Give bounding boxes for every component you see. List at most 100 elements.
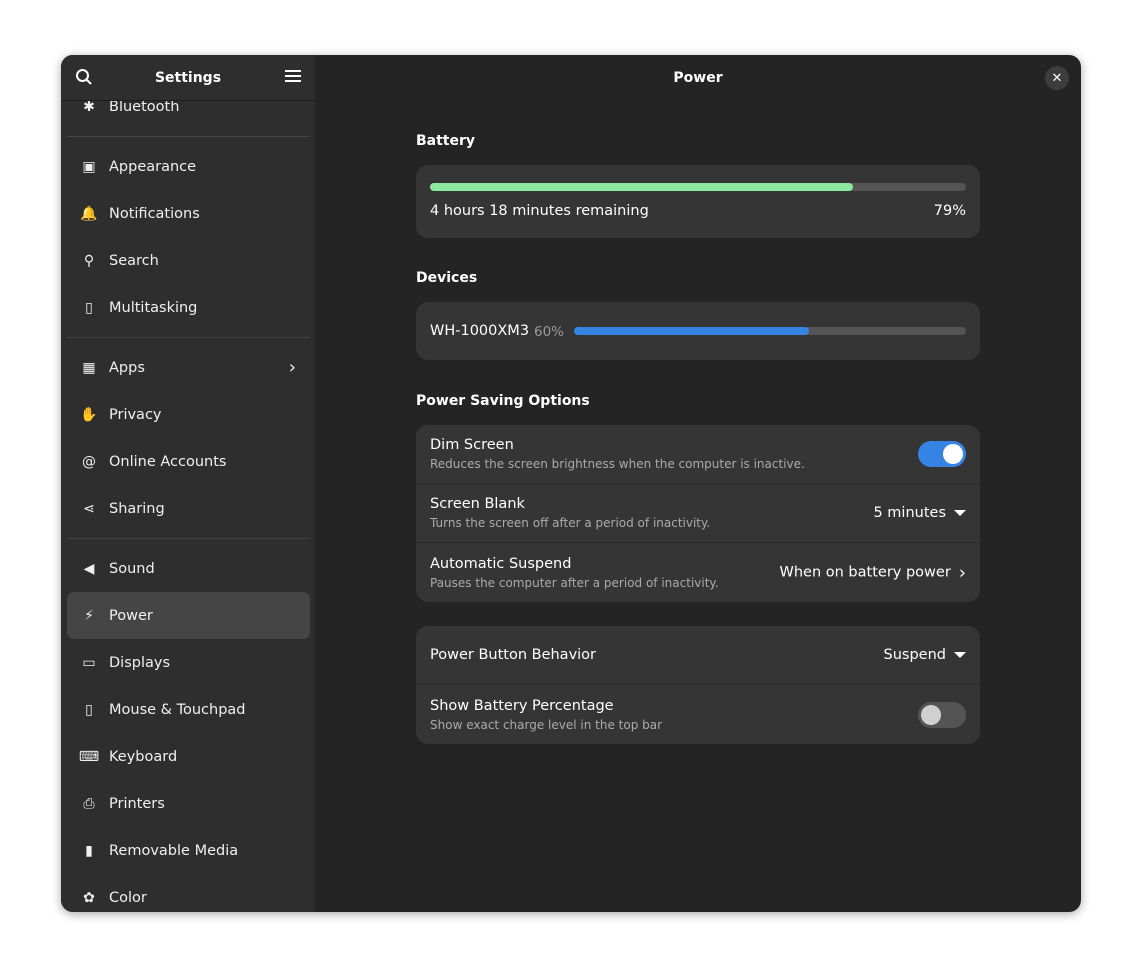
dropdown-arrow-icon	[954, 510, 966, 516]
sidebar-item-label: Removable Media	[109, 842, 239, 859]
close-button[interactable]: ✕	[1045, 66, 1069, 90]
battery-card: 4 hours 18 minutes remaining 79%	[416, 165, 980, 238]
sidebar-item-label: Keyboard	[109, 748, 178, 765]
sidebar-item-search[interactable]: ⚲ Search	[67, 237, 310, 284]
sidebar-item-displays[interactable]: ▭ Displays	[67, 639, 310, 686]
sidebar-item-power[interactable]: ⚡ Power	[67, 592, 310, 639]
page-title: Power	[673, 70, 723, 86]
dim-screen-toggle[interactable]	[918, 441, 966, 467]
chevron-right-icon: ›	[958, 562, 966, 583]
screen-blank-dropdown[interactable]: 5 minutes	[873, 505, 966, 521]
color-icon: ✿	[83, 889, 95, 906]
bell-icon: 🔔	[80, 205, 98, 222]
menu-button[interactable]	[285, 69, 301, 87]
keyboard-icon: ⌨	[78, 748, 100, 765]
battery-heading: Battery	[416, 133, 476, 149]
device-level-fill	[574, 327, 810, 335]
row-title: Show Battery Percentage	[430, 697, 614, 714]
sidebar-item-label: Sound	[109, 560, 155, 577]
dropdown-value: 5 minutes	[873, 505, 946, 521]
sidebar-item-label: Mouse & Touchpad	[109, 701, 246, 718]
sidebar-header: Settings	[61, 55, 315, 101]
multitasking-icon: ▯	[85, 299, 93, 316]
suspend-value: When on battery power	[779, 564, 951, 581]
sidebar-separator	[67, 331, 310, 344]
sidebar-separator	[67, 130, 310, 143]
share-icon: ⋖	[83, 500, 95, 517]
printer-icon: ⎙	[83, 795, 95, 812]
row-title: Dim Screen	[430, 437, 514, 453]
device-row: WH-1000XM3 60%	[416, 302, 980, 360]
sidebar-title: Settings	[154, 69, 222, 86]
sidebar: Settings ✱ Bluetooth ▣ Appearance 🔔 Notificat…	[61, 55, 315, 912]
sidebar-item-color[interactable]: ✿ Color	[67, 874, 310, 912]
row-subtitle: Reduces the screen brightness when the c…	[430, 457, 805, 471]
dim-screen-row: Dim Screen Reduces the screen brightness…	[416, 425, 980, 484]
dropdown-value: Suspend	[883, 647, 946, 663]
chevron-right-icon: ›	[288, 357, 296, 378]
hand-icon: ✋	[80, 406, 98, 423]
main-panel: Power ✕ Battery 4 hours 18 minutes remai…	[315, 55, 1081, 912]
usb-icon: ▮	[85, 842, 93, 859]
display-icon: ▭	[82, 654, 96, 671]
sidebar-item-label: Power	[109, 607, 153, 624]
sidebar-item-privacy[interactable]: ✋ Privacy	[67, 391, 310, 438]
appearance-icon: ▣	[82, 158, 96, 175]
sidebar-item-label: Sharing	[109, 500, 165, 517]
sidebar-item-removable-media[interactable]: ▮ Removable Media	[67, 827, 310, 874]
settings-window: Settings ✱ Bluetooth ▣ Appearance 🔔 Notificat…	[61, 55, 1081, 912]
devices-heading: Devices	[416, 270, 478, 286]
sidebar-item-label: Appearance	[109, 158, 197, 175]
screen-blank-row[interactable]: Screen Blank Turns the screen off after …	[416, 484, 980, 543]
close-icon: ✕	[1051, 70, 1063, 86]
apps-icon: ▦	[82, 359, 96, 376]
toggle-knob	[921, 704, 941, 725]
sidebar-item-printers[interactable]: ⎙ Printers	[67, 780, 310, 827]
sidebar-item-keyboard[interactable]: ⌨ Keyboard	[67, 733, 310, 780]
sidebar-item-multitasking[interactable]: ▯ Multitasking	[67, 284, 310, 331]
speaker-icon: ◀	[83, 560, 95, 577]
sidebar-item-online-accounts[interactable]: @ Online Accounts	[67, 438, 310, 485]
sidebar-item-label: Displays	[109, 654, 171, 671]
sidebar-item-label: Online Accounts	[109, 453, 227, 470]
battery-level-fill	[430, 183, 854, 191]
battery-percentage-row: Show Battery Percentage Show exact charg…	[416, 685, 980, 744]
power-button-dropdown[interactable]: Suspend	[884, 647, 966, 663]
device-level-bar	[574, 327, 966, 335]
sidebar-item-label: Apps	[109, 359, 145, 376]
battery-percentage-toggle[interactable]	[918, 701, 966, 728]
sidebar-item-label: Privacy	[109, 406, 162, 423]
sidebar-list: ✱ Bluetooth ▣ Appearance 🔔 Notifications ⚲ Sear…	[67, 83, 310, 912]
row-subtitle: Show exact charge level in the top bar	[430, 717, 663, 732]
sidebar-item-label: Multitasking	[109, 299, 198, 316]
battery-level-bar	[430, 183, 966, 191]
general-card: Power Button Behavior Suspend Show Batte…	[416, 626, 980, 744]
search-button[interactable]	[75, 68, 93, 90]
power-saving-heading: Power Saving Options	[416, 393, 590, 409]
battery-percent: 79%	[933, 203, 966, 219]
sidebar-item-appearance[interactable]: ▣ Appearance	[67, 143, 310, 190]
sidebar-item-notifications[interactable]: 🔔 Notifications	[67, 190, 310, 237]
battery-remaining: 4 hours 18 minutes remaining	[430, 203, 649, 219]
automatic-suspend-row[interactable]: Automatic Suspend Pauses the computer af…	[416, 543, 980, 602]
sidebar-item-label: Notifications	[109, 205, 200, 222]
dropdown-arrow-icon	[954, 652, 966, 658]
device-percent: 60%	[534, 324, 565, 340]
hamburger-icon	[285, 70, 301, 82]
toggle-knob	[943, 444, 963, 464]
sidebar-item-label: Search	[109, 252, 159, 269]
power-saving-card: Dim Screen Reduces the screen brightness…	[416, 425, 980, 602]
sidebar-item-sound[interactable]: ◀ Sound	[67, 545, 310, 592]
sidebar-item-label: Color	[109, 889, 147, 906]
power-icon: ⚡	[84, 607, 94, 624]
sidebar-item-sharing[interactable]: ⋖ Sharing	[67, 485, 310, 532]
search-icon: ⚲	[83, 252, 95, 269]
power-button-row[interactable]: Power Button Behavior Suspend	[416, 626, 980, 685]
sidebar-item-apps[interactable]: ▦ Apps ›	[67, 344, 310, 391]
search-icon	[76, 69, 92, 85]
at-icon: @	[82, 453, 96, 470]
device-name: WH-1000XM3	[430, 323, 530, 339]
sidebar-item-mouse-touchpad[interactable]: ▯ Mouse & Touchpad	[67, 686, 310, 733]
mouse-icon: ▯	[85, 701, 93, 718]
sidebar-item-label: Printers	[109, 795, 165, 812]
